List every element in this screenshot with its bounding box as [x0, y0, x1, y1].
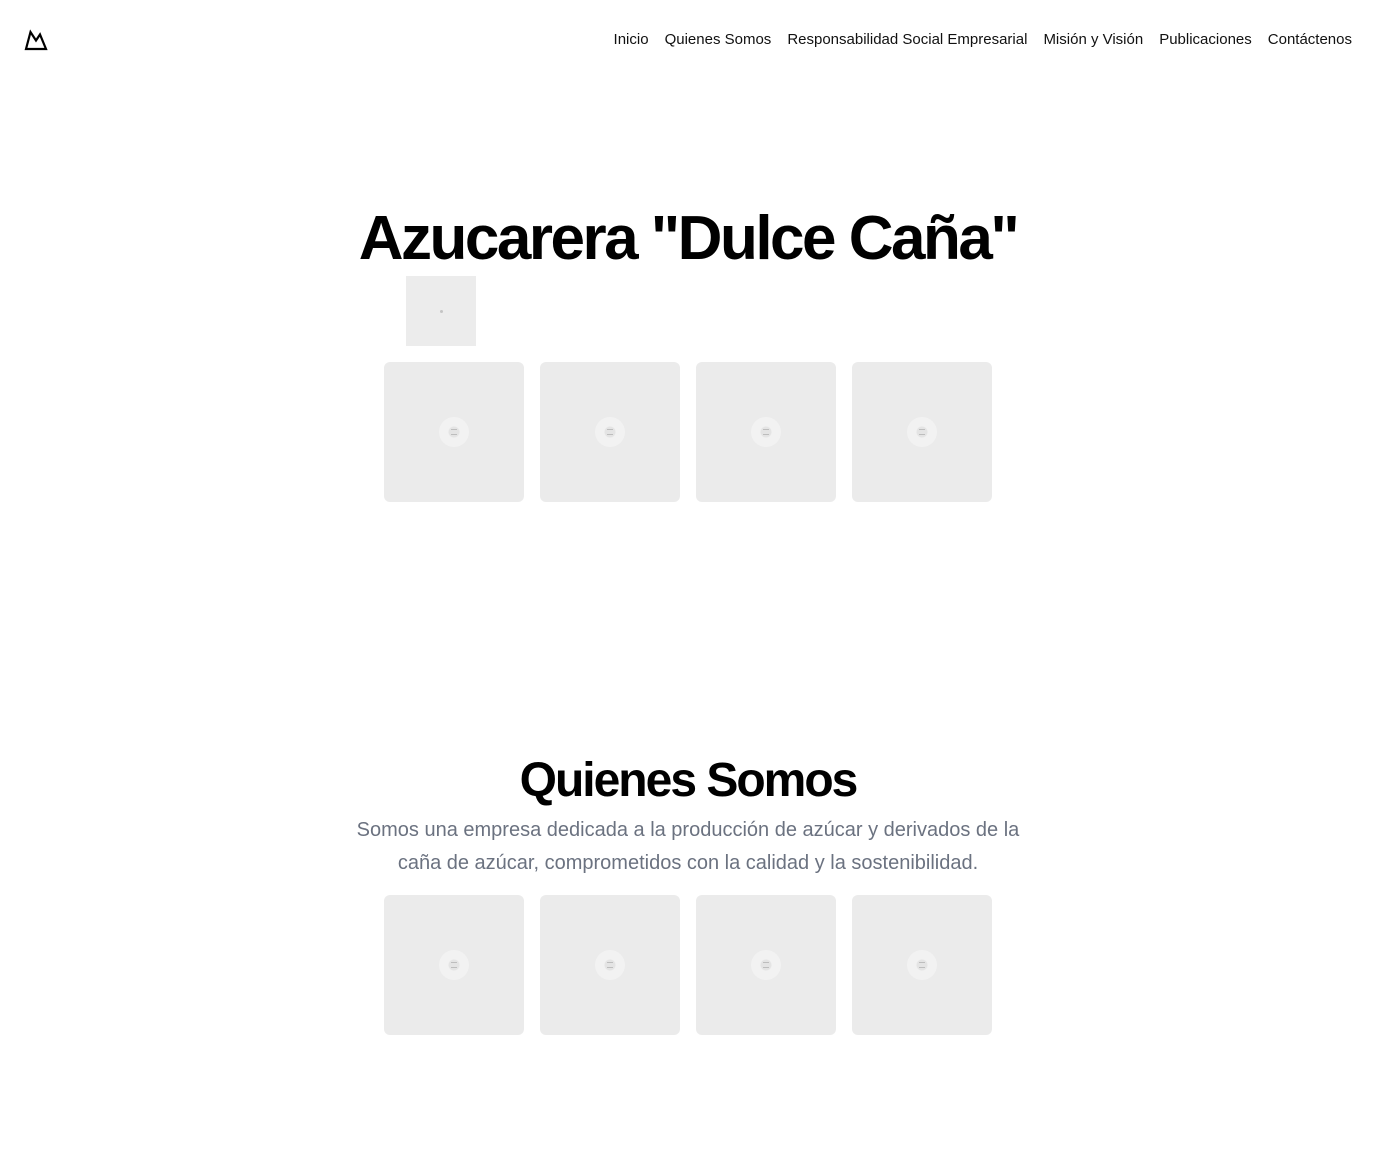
loading-icon	[595, 417, 625, 447]
gallery-image-placeholder[interactable]	[696, 362, 836, 502]
about-gallery	[384, 895, 992, 1035]
page: Inicio Quienes Somos Responsabilidad Soc…	[0, 0, 1376, 1163]
hero-title: Azucarera "Dulce Caña"	[358, 204, 1020, 273]
about-title: Quienes Somos	[519, 754, 859, 807]
gallery-image-placeholder[interactable]	[540, 362, 680, 502]
hero-gallery	[384, 362, 992, 502]
loading-icon	[907, 417, 937, 447]
gallery-image-placeholder[interactable]	[540, 895, 680, 1035]
nav-mision-vision[interactable]: Misión y Visión	[1043, 30, 1143, 50]
nav-publicaciones[interactable]: Publicaciones	[1159, 30, 1252, 50]
nav-responsabilidad-social[interactable]: Responsabilidad Social Empresarial	[787, 30, 1027, 50]
broken-image-thumbnail	[406, 276, 476, 346]
main-nav: Inicio Quienes Somos Responsabilidad Soc…	[614, 30, 1352, 50]
mountain-logo-icon[interactable]	[24, 28, 48, 52]
gallery-image-placeholder[interactable]	[852, 362, 992, 502]
nav-contactenos[interactable]: Contáctenos	[1268, 30, 1352, 50]
about-description: Somos una empresa dedicada a la producci…	[356, 819, 1020, 874]
loading-icon	[907, 950, 937, 980]
loading-icon	[751, 417, 781, 447]
nav-inicio[interactable]: Inicio	[614, 30, 649, 50]
gallery-image-placeholder[interactable]	[384, 895, 524, 1035]
gallery-image-placeholder[interactable]	[696, 895, 836, 1035]
loading-icon	[751, 950, 781, 980]
loading-icon	[595, 950, 625, 980]
loading-icon	[439, 417, 469, 447]
image-placeholder-icon	[439, 309, 443, 313]
loading-icon	[439, 950, 469, 980]
nav-quienes-somos[interactable]: Quienes Somos	[665, 30, 772, 50]
top-bar: Inicio Quienes Somos Responsabilidad Soc…	[0, 0, 1376, 80]
gallery-image-placeholder[interactable]	[384, 362, 524, 502]
gallery-image-placeholder[interactable]	[852, 895, 992, 1035]
